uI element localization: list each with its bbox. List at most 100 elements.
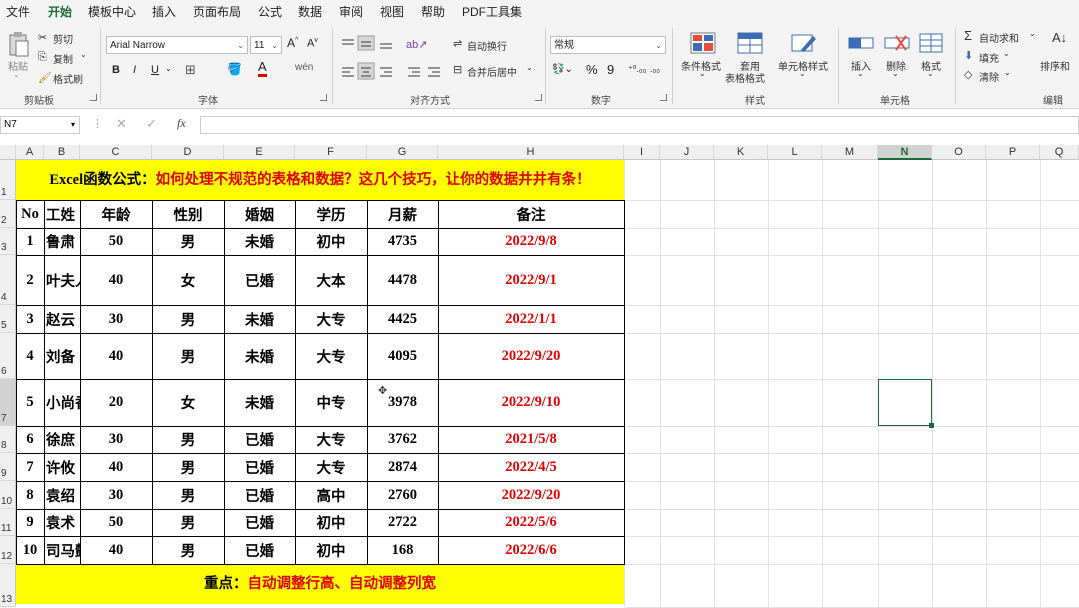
row-header-4[interactable]: 4 <box>0 255 16 305</box>
chevron-down-icon[interactable]: ⌄ <box>165 64 172 73</box>
menu-page-layout[interactable]: 页面布局 <box>193 3 241 20</box>
column-header-d[interactable]: D <box>152 145 224 160</box>
alignment-launcher-icon[interactable] <box>535 94 542 101</box>
row-header-13[interactable]: 13 <box>0 564 16 607</box>
cell-row8-name[interactable]: 袁绍 <box>44 481 80 509</box>
italic-button[interactable]: I <box>133 64 136 76</box>
cell-row7-age[interactable]: 40 <box>80 453 152 481</box>
cell-row9-no[interactable]: 9 <box>16 509 44 536</box>
name-box[interactable]: N7 ▾ <box>0 116 80 134</box>
active-cell-n7[interactable] <box>878 379 934 428</box>
column-header-i[interactable]: I <box>624 145 660 160</box>
header-cell-note[interactable]: 备注 <box>438 200 624 228</box>
font-color-icon[interactable]: A <box>258 60 267 77</box>
borders-icon[interactable]: ⊞ <box>185 62 196 78</box>
fill-color-icon[interactable]: 🪣 <box>227 62 242 76</box>
cell-row7-marital[interactable]: 已婚 <box>224 453 295 481</box>
row-header-1[interactable]: 1 <box>0 160 16 200</box>
menu-view[interactable]: 视图 <box>380 3 404 20</box>
cell-row10-marital[interactable]: 已婚 <box>224 536 295 564</box>
cell-row1-education[interactable]: 初中 <box>295 228 367 255</box>
header-cell-name[interactable]: 工姓 <box>44 200 80 228</box>
cell-row2-gender[interactable]: 女 <box>152 255 224 305</box>
header-cell-no[interactable]: No <box>16 200 44 228</box>
cell-row10-no[interactable]: 10 <box>16 536 44 564</box>
header-cell-marital[interactable]: 婚姻 <box>224 200 295 228</box>
cell-row8-gender[interactable]: 男 <box>152 481 224 509</box>
cell-row6-gender[interactable]: 男 <box>152 426 224 453</box>
cell-row8-no[interactable]: 8 <box>16 481 44 509</box>
cell-row1-note[interactable]: 2022/9/8 <box>438 228 624 255</box>
header-cell-age[interactable]: 年龄 <box>80 200 152 228</box>
cell-row5-gender[interactable]: 女 <box>152 379 224 426</box>
column-header-j[interactable]: J <box>660 145 714 160</box>
column-header-c[interactable]: C <box>80 145 152 160</box>
number-format-select[interactable]: 常规 ⌄ <box>550 36 666 54</box>
row-header-2[interactable]: 2 <box>0 200 16 228</box>
cell-row2-note[interactable]: 2022/9/1 <box>438 255 624 305</box>
cell-row2-education[interactable]: 大本 <box>295 255 367 305</box>
cell-row10-age[interactable]: 40 <box>80 536 152 564</box>
row-header-11[interactable]: 11 <box>0 509 16 536</box>
cell-row3-name[interactable]: 赵云 <box>44 305 80 333</box>
decrease-decimal-icon[interactable]: .₀₀ <box>650 64 660 74</box>
cell-row3-note[interactable]: 2022/1/1 <box>438 305 624 333</box>
cell-row3-marital[interactable]: 未婚 <box>224 305 295 333</box>
cell-row4-education[interactable]: 大专 <box>295 333 367 379</box>
number-launcher-icon[interactable] <box>660 94 667 101</box>
cell-row7-education[interactable]: 大专 <box>295 453 367 481</box>
cell-row3-no[interactable]: 3 <box>16 305 44 333</box>
cancel-icon[interactable]: ✕ <box>116 116 127 132</box>
phonetic-icon[interactable]: wén <box>295 62 313 73</box>
cell-row4-name[interactable]: 刘备 <box>44 333 80 379</box>
cell-row7-name[interactable]: 许攸 <box>44 453 80 481</box>
cell-row9-gender[interactable]: 男 <box>152 509 224 536</box>
menu-home[interactable]: 开始 <box>48 3 73 24</box>
cell-row3-gender[interactable]: 男 <box>152 305 224 333</box>
cell-row2-name[interactable]: 叶夫人 <box>44 255 80 305</box>
cell-row6-age[interactable]: 30 <box>80 426 152 453</box>
comma-button[interactable]: 9 <box>607 62 614 77</box>
cell-row3-age[interactable]: 30 <box>80 305 152 333</box>
column-header-f[interactable]: F <box>295 145 367 160</box>
cell-row9-age[interactable]: 50 <box>80 509 152 536</box>
menu-pdf-tools[interactable]: PDF工具集 <box>462 3 522 20</box>
select-all-corner[interactable] <box>0 145 16 160</box>
header-cell-education[interactable]: 学历 <box>295 200 367 228</box>
row-header-5[interactable]: 5 <box>0 305 16 333</box>
cell-row4-no[interactable]: 4 <box>16 333 44 379</box>
column-header-g[interactable]: G <box>367 145 438 160</box>
cell-row2-marital[interactable]: 已婚 <box>224 255 295 305</box>
column-header-b[interactable]: B <box>44 145 80 160</box>
cell-row10-gender[interactable]: 男 <box>152 536 224 564</box>
menu-insert[interactable]: 插入 <box>152 3 176 20</box>
cell-row7-salary[interactable]: 2874 <box>367 453 438 481</box>
cell-row10-note[interactable]: 2022/6/6 <box>438 536 624 564</box>
cell-row10-education[interactable]: 初中 <box>295 536 367 564</box>
column-header-h[interactable]: H <box>438 145 624 160</box>
formula-input[interactable] <box>200 116 1079 134</box>
cell-row2-age[interactable]: 40 <box>80 255 152 305</box>
cell-row5-note[interactable]: 2022/9/10 <box>438 379 624 426</box>
menu-file[interactable]: 文件 <box>6 3 30 20</box>
cell-row8-marital[interactable]: 已婚 <box>224 481 295 509</box>
clipboard-launcher-icon[interactable] <box>90 94 97 101</box>
cell-row1-salary[interactable]: 4735 <box>367 228 438 255</box>
column-header-m[interactable]: M <box>822 145 878 160</box>
column-header-p[interactable]: P <box>986 145 1040 160</box>
font-launcher-icon[interactable] <box>320 94 327 101</box>
cell-row6-education[interactable]: 大专 <box>295 426 367 453</box>
alignment-icons[interactable]: ab↗ <box>338 34 448 90</box>
header-cell-gender[interactable]: 性别 <box>152 200 224 228</box>
cell-row8-education[interactable]: 高中 <box>295 481 367 509</box>
row-header-3[interactable]: 3 <box>0 228 16 255</box>
row-header-6[interactable]: 6 <box>0 333 16 379</box>
cell-row8-salary[interactable]: 2760 <box>367 481 438 509</box>
column-header-a[interactable]: A <box>16 145 44 160</box>
cell-row5-name[interactable]: 小尚香 <box>44 379 80 426</box>
font-size-select[interactable]: 11 ⌄ <box>250 36 282 54</box>
column-header-n[interactable]: N <box>878 145 932 160</box>
row-header-9[interactable]: 9 <box>0 453 16 481</box>
cell-row1-marital[interactable]: 未婚 <box>224 228 295 255</box>
cell-row6-name[interactable]: 徐庶 <box>44 426 80 453</box>
